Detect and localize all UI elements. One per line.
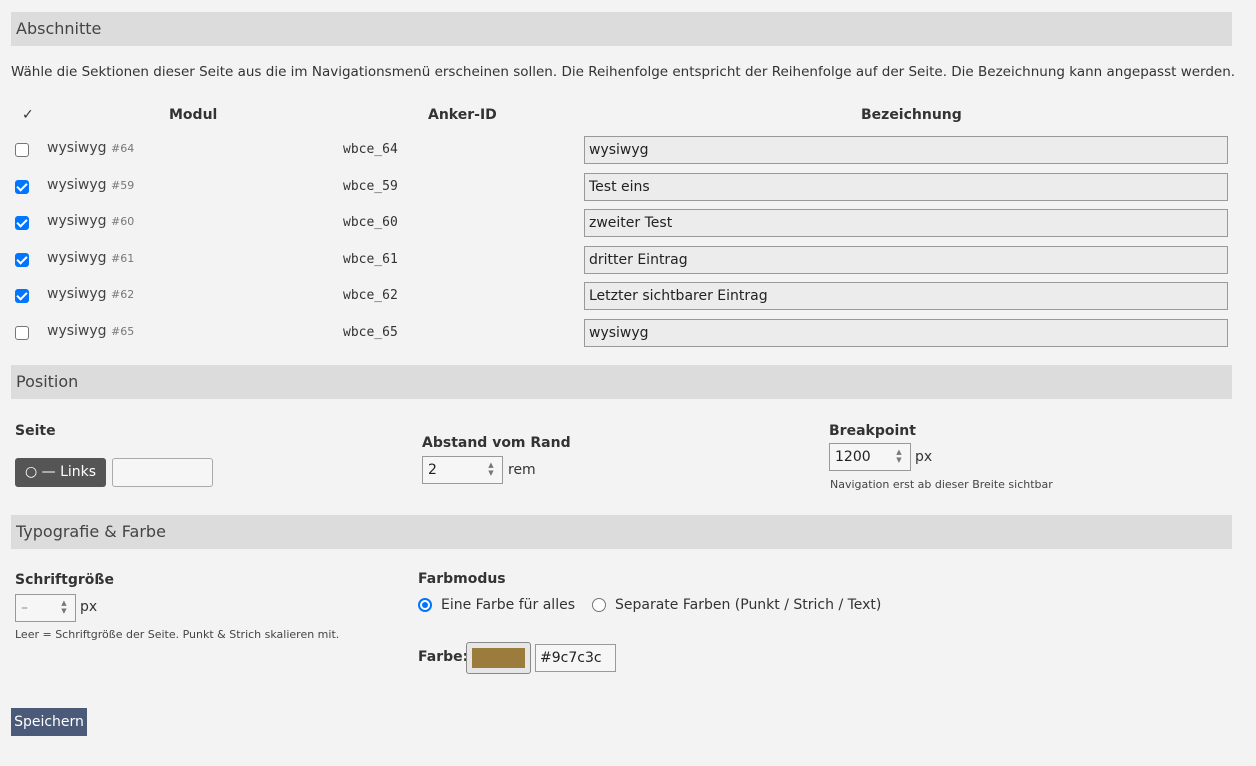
anchor-id: wbce_62: [343, 288, 398, 303]
row-checkbox[interactable]: [15, 253, 29, 267]
font-size-label: Schriftgröße: [15, 572, 114, 588]
module-name: wysiwyg #60: [47, 213, 134, 229]
anchor-id: wbce_64: [343, 142, 398, 157]
radio-separate-colors-label[interactable]: Separate Farben (Punkt / Strich / Text): [615, 597, 881, 613]
module-type: wysiwyg: [47, 286, 107, 302]
sections-description: Wähle die Sektionen dieser Seite aus die…: [11, 64, 1236, 80]
color-label: Farbe:: [418, 649, 469, 665]
table-row: wysiwyg #60 wbce_60 zweiter Test: [0, 209, 1256, 239]
module-id: #62: [111, 288, 135, 301]
module-type: wysiwyg: [47, 323, 107, 339]
breakpoint-value: 1200: [835, 449, 871, 465]
margin-value: 2: [428, 462, 437, 478]
row-checkbox[interactable]: [15, 143, 29, 157]
column-anchor: Anker-ID: [428, 107, 497, 123]
radio-single-color[interactable]: [418, 598, 432, 612]
table-row: wysiwyg #59 wbce_59 Test eins: [0, 173, 1256, 203]
spinner-icon[interactable]: ▲ ▼: [59, 599, 69, 617]
column-label: Bezeichnung: [861, 107, 962, 123]
row-checkbox[interactable]: [15, 289, 29, 303]
spinner-icon[interactable]: ▲ ▼: [894, 448, 904, 466]
row-checkbox[interactable]: [15, 216, 29, 230]
settings-page: Abschnitte Wähle die Sektionen dieser Se…: [0, 0, 1256, 766]
anchor-id: wbce_59: [343, 179, 398, 194]
font-size-input[interactable]: – ▲ ▼: [15, 594, 76, 622]
module-id: #61: [111, 252, 135, 265]
breakpoint-unit: px: [915, 449, 933, 465]
module-type: wysiwyg: [47, 177, 107, 193]
module-type: wysiwyg: [47, 140, 107, 156]
module-name: wysiwyg #64: [47, 140, 134, 156]
radio-single-color-label[interactable]: Eine Farbe für alles: [441, 597, 575, 613]
table-row: wysiwyg #62 wbce_62 Letzter sichtbarer E…: [0, 282, 1256, 312]
column-check: ✓: [22, 107, 34, 123]
module-id: #64: [111, 142, 135, 155]
radio-separate-colors[interactable]: [592, 598, 606, 612]
margin-input[interactable]: 2 ▲ ▼: [422, 456, 503, 484]
margin-label: Abstand vom Rand: [422, 435, 571, 451]
spinner-icon[interactable]: ▲ ▼: [486, 461, 496, 479]
module-name: wysiwyg #61: [47, 250, 134, 266]
margin-unit: rem: [508, 462, 536, 478]
font-size-hint: Leer = Schriftgröße der Seite. Punkt & S…: [15, 628, 340, 641]
breakpoint-hint: Navigation erst ab dieser Breite sichtba…: [830, 478, 1053, 491]
anchor-id: wbce_61: [343, 252, 398, 267]
module-type: wysiwyg: [47, 250, 107, 266]
anchor-id: wbce_60: [343, 215, 398, 230]
module-id: #59: [111, 179, 135, 192]
column-module: Modul: [169, 107, 218, 123]
label-input[interactable]: wysiwyg: [584, 319, 1228, 347]
sections-header: Abschnitte: [11, 12, 1232, 46]
side-label: Seite: [15, 423, 56, 439]
breakpoint-label: Breakpoint: [829, 423, 916, 439]
color-swatch: [472, 648, 525, 668]
table-row: wysiwyg #64 wbce_64 wysiwyg: [0, 136, 1256, 166]
side-left-button[interactable]: ○ — Links: [15, 458, 106, 487]
font-size-unit: px: [80, 599, 98, 615]
position-header: Position: [11, 365, 1232, 399]
side-right-button[interactable]: [112, 458, 213, 487]
label-input[interactable]: dritter Eintrag: [584, 246, 1228, 274]
save-button[interactable]: Speichern: [11, 708, 87, 736]
module-id: #65: [111, 325, 135, 338]
label-input[interactable]: Test eins: [584, 173, 1228, 201]
color-hex-input[interactable]: #9c7c3c: [535, 644, 616, 672]
label-input[interactable]: wysiwyg: [584, 136, 1228, 164]
font-size-value: –: [21, 600, 28, 616]
anchor-id: wbce_65: [343, 325, 398, 340]
row-checkbox[interactable]: [15, 326, 29, 340]
breakpoint-input[interactable]: 1200 ▲ ▼: [829, 443, 911, 471]
label-input[interactable]: Letzter sichtbarer Eintrag: [584, 282, 1228, 310]
label-input[interactable]: zweiter Test: [584, 209, 1228, 237]
table-row: wysiwyg #61 wbce_61 dritter Eintrag: [0, 246, 1256, 276]
color-picker-button[interactable]: [466, 642, 531, 674]
module-type: wysiwyg: [47, 213, 107, 229]
color-mode-label: Farbmodus: [418, 571, 506, 587]
module-name: wysiwyg #65: [47, 323, 134, 339]
row-checkbox[interactable]: [15, 180, 29, 194]
module-name: wysiwyg #59: [47, 177, 134, 193]
module-id: #60: [111, 215, 135, 228]
table-row: wysiwyg #65 wbce_65 wysiwyg: [0, 319, 1256, 349]
module-name: wysiwyg #62: [47, 286, 134, 302]
typography-header: Typografie & Farbe: [11, 515, 1232, 549]
